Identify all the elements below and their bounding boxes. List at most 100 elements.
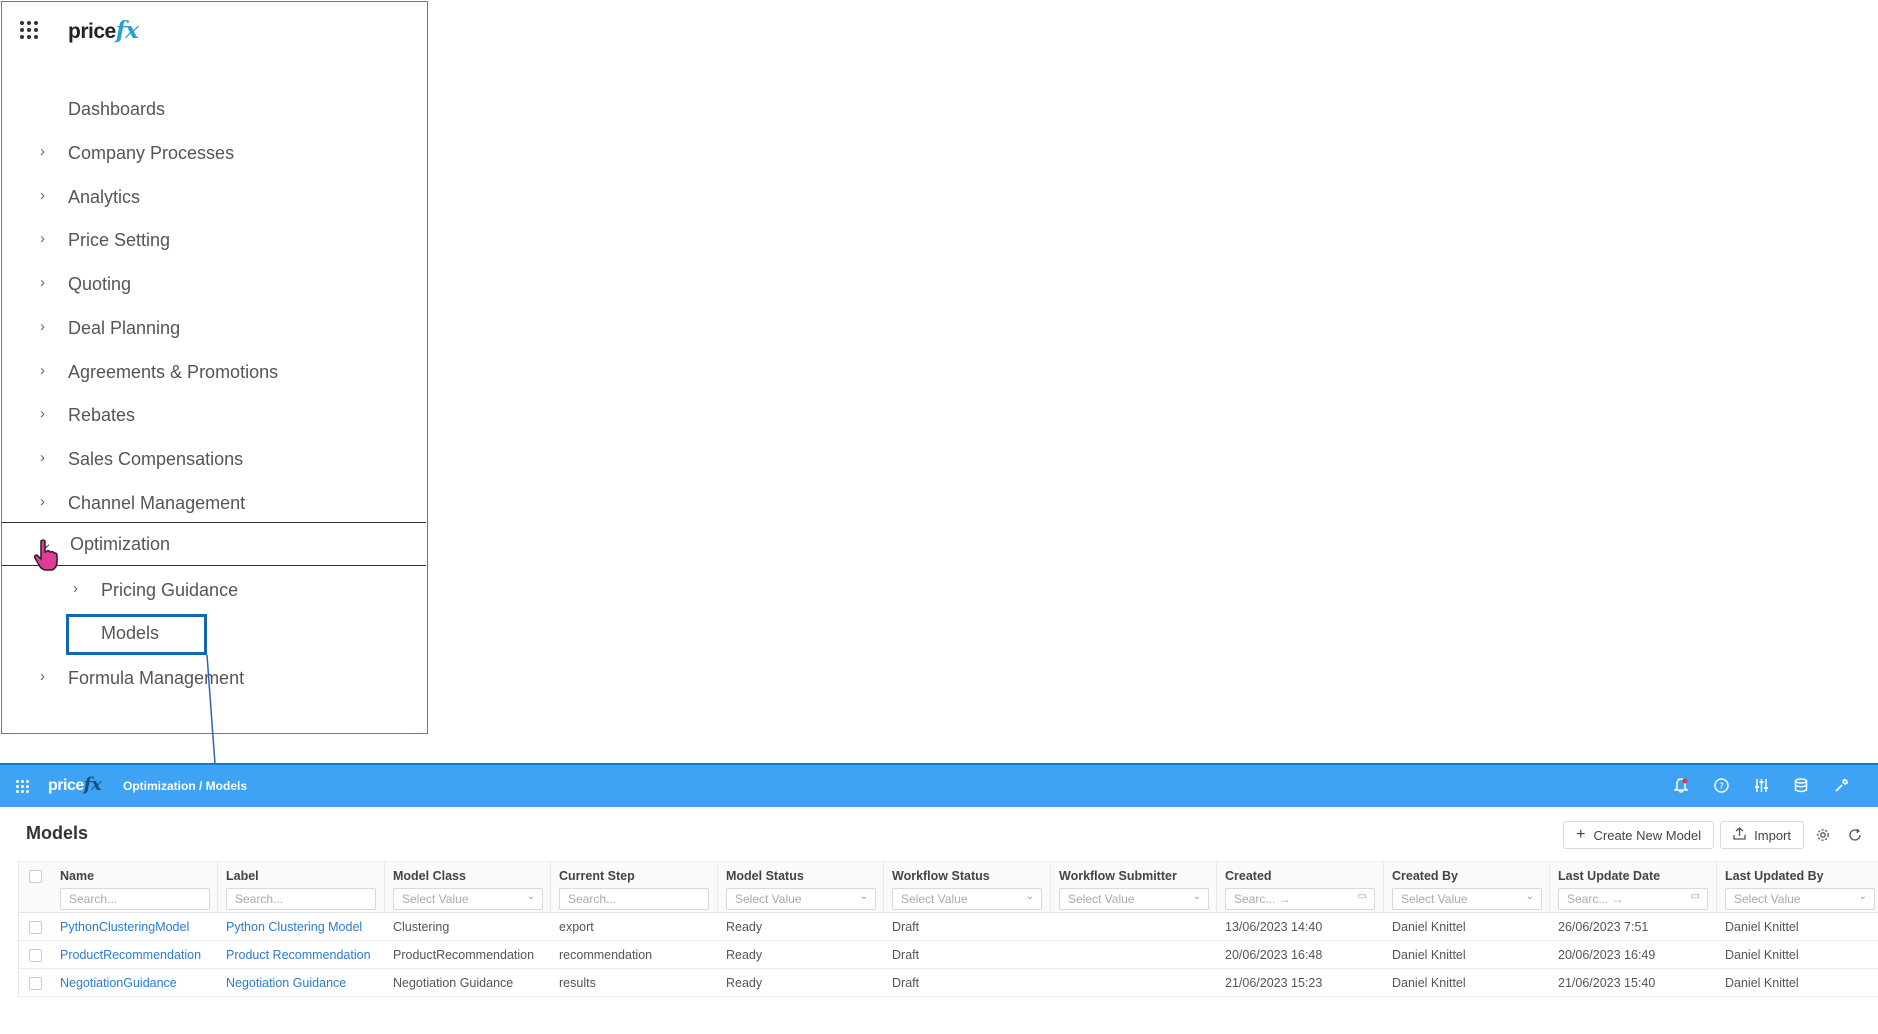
models-highlight-box (66, 614, 207, 655)
chevron-right-icon: › (40, 187, 45, 204)
hand-cursor-icon (34, 539, 58, 571)
sliders-icon[interactable] (1752, 776, 1770, 794)
database-icon[interactable] (1792, 776, 1810, 794)
column-title: Workflow Submitter (1059, 869, 1177, 883)
nav-item-optimization[interactable]: ⌄ Optimization (2, 522, 426, 566)
nav-item-agreements-promotions[interactable]: › Agreements & Promotions (2, 352, 426, 392)
column-last-updated-by[interactable]: Last Updated By Select Value ⌄ (1717, 862, 1878, 912)
column-created[interactable]: Created Searc... → ▭ (1217, 862, 1384, 912)
column-last-update-date[interactable]: Last Update Date Searc... → ▭ (1550, 862, 1717, 912)
nav-item-price-setting[interactable]: › Price Setting (2, 220, 426, 260)
model-label-link[interactable]: Python Clustering Model (226, 920, 362, 934)
chevron-right-icon: › (40, 405, 45, 422)
model-status-select[interactable]: Select Value ⌄ (726, 888, 876, 910)
last-updated-by-cell: Daniel Knittel (1725, 920, 1799, 934)
model-class-cell: ProductRecommendation (393, 948, 535, 962)
select-placeholder: Select Value (1401, 892, 1468, 906)
calendar-icon: ▭ (1357, 891, 1367, 902)
nav-item-pricing-guidance[interactable]: › Pricing Guidance (2, 570, 426, 610)
table-row[interactable]: NegotiationGuidance Negotiation Guidance… (19, 969, 1878, 997)
chevron-right-icon: › (40, 318, 45, 335)
nav-item-label: Quoting (68, 273, 132, 294)
created-by-select[interactable]: Select Value ⌄ (1392, 888, 1542, 910)
model-name-link[interactable]: PythonClusteringModel (60, 920, 189, 934)
label-search-input[interactable]: Search... (226, 888, 376, 910)
chevron-down-icon: ⌄ (1858, 891, 1867, 902)
select-placeholder: Select Value (1068, 892, 1135, 906)
workflow-status-select[interactable]: Select Value ⌄ (892, 888, 1042, 910)
row-checkbox[interactable] (29, 977, 42, 990)
column-current-step[interactable]: Current Step Search... (551, 862, 718, 912)
chevron-down-icon: ⌄ (1525, 891, 1534, 902)
breadcrumb[interactable]: Optimization / Models (123, 779, 247, 793)
import-button[interactable]: Import (1720, 821, 1804, 849)
row-checkbox[interactable] (29, 921, 42, 934)
select-all-checkbox[interactable] (29, 870, 42, 883)
app-grid-icon[interactable] (16, 780, 29, 793)
created-by-cell: Daniel Knittel (1392, 920, 1466, 934)
chevron-right-icon: › (40, 230, 45, 247)
last-updated-by-cell: Daniel Knittel (1725, 948, 1799, 962)
select-placeholder: Select Value (1734, 892, 1801, 906)
workflow-submitter-select[interactable]: Select Value ⌄ (1059, 888, 1209, 910)
nav-item-rebates[interactable]: › Rebates (2, 395, 426, 435)
refresh-icon[interactable] (1842, 821, 1868, 849)
model-name-link[interactable]: NegotiationGuidance (60, 976, 177, 990)
nav-item-label: Sales Compensations (68, 448, 244, 469)
model-label-link[interactable]: Negotiation Guidance (226, 976, 346, 990)
last-updated-by-cell: Daniel Knittel (1725, 976, 1799, 990)
last-update-date-cell: 26/06/2023 7:51 (1558, 920, 1649, 934)
created-date-range-input[interactable]: Searc... → ▭ (1225, 888, 1375, 910)
nav-item-quoting[interactable]: › Quoting (2, 264, 426, 304)
column-created-by[interactable]: Created By Select Value ⌄ (1384, 862, 1550, 912)
settings-gear-icon[interactable] (1810, 821, 1836, 849)
nav-item-channel-management[interactable]: › Channel Management (2, 483, 426, 523)
model-name-link[interactable]: ProductRecommendation (60, 948, 201, 962)
app-grid-icon[interactable] (20, 21, 38, 39)
last-updated-by-select[interactable]: Select Value ⌄ (1725, 888, 1875, 910)
chevron-down-icon: ⌄ (859, 891, 868, 902)
nav-item-company-processes[interactable]: › Company Processes (2, 133, 426, 173)
create-new-model-button[interactable]: + Create New Model (1563, 821, 1715, 849)
table-header: Name Search... Label Search... Model Cla… (19, 861, 1878, 913)
nav-item-label: Company Processes (68, 142, 235, 163)
nav-item-formula-management[interactable]: › Formula Management (2, 658, 426, 698)
nav-item-label: Dashboards (68, 98, 166, 119)
current-step-search-input[interactable]: Search... (559, 888, 709, 910)
column-title: Workflow Status (892, 869, 990, 883)
nav-item-label: Agreements & Promotions (68, 361, 279, 382)
chevron-right-icon: › (40, 274, 45, 291)
nav-item-dashboards[interactable]: Dashboards (2, 89, 426, 129)
help-icon[interactable]: ? (1712, 776, 1730, 794)
column-label[interactable]: Label Search... (218, 862, 385, 912)
column-model-class[interactable]: Model Class Select Value ⌄ (385, 862, 551, 912)
model-label-link[interactable]: Product Recommendation (226, 948, 371, 962)
workflow-status-cell: Draft (892, 948, 920, 962)
name-search-input[interactable]: Search... (60, 888, 210, 910)
select-placeholder: Select Value (901, 892, 968, 906)
model-class-cell: Clustering (393, 920, 450, 934)
column-workflow-status[interactable]: Workflow Status Select Value ⌄ (884, 862, 1051, 912)
model-class-select[interactable]: Select Value ⌄ (393, 888, 543, 910)
wrench-icon[interactable] (1832, 776, 1850, 794)
row-checkbox[interactable] (29, 949, 42, 962)
column-model-status[interactable]: Model Status Select Value ⌄ (718, 862, 884, 912)
column-title: Last Update Date (1558, 869, 1661, 883)
table-row[interactable]: PythonClusteringModel Python Clustering … (19, 913, 1878, 941)
nav-item-label: Pricing Guidance (101, 579, 239, 600)
column-workflow-submitter[interactable]: Workflow Submitter Select Value ⌄ (1051, 862, 1217, 912)
last-update-date-cell: 20/06/2023 16:49 (1558, 948, 1656, 962)
model-status-cell: Ready (726, 948, 763, 962)
column-name[interactable]: Name Search... (52, 862, 218, 912)
nav-item-label: Price Setting (68, 229, 171, 250)
table-row[interactable]: ProductRecommendation Product Recommenda… (19, 941, 1878, 969)
model-class-cell: Negotiation Guidance (393, 976, 514, 990)
nav-item-deal-planning[interactable]: › Deal Planning (2, 308, 426, 348)
chevron-down-icon: ⌄ (1025, 891, 1034, 902)
last-update-date-range-input[interactable]: Searc... → ▭ (1558, 888, 1708, 910)
page-title: Models (26, 823, 89, 843)
nav-item-sales-compensations[interactable]: › Sales Compensations (2, 439, 426, 479)
upload-icon (1733, 827, 1746, 843)
notification-bell-icon[interactable] (1672, 776, 1690, 794)
nav-item-analytics[interactable]: › Analytics (2, 177, 426, 217)
